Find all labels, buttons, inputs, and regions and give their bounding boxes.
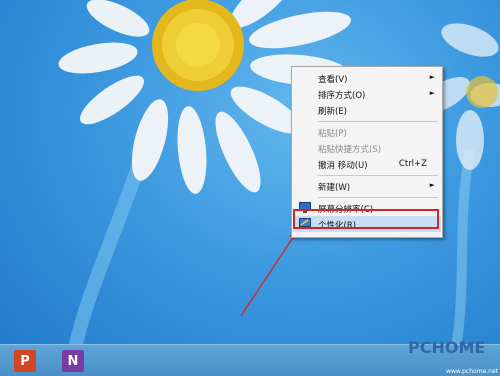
menu-separator (318, 197, 438, 198)
watermark-brand: PCHOME (408, 338, 486, 357)
menu-item-label: 粘贴快捷方式(S) (318, 145, 382, 155)
menu-item-label: 撤消 移动(U) (318, 161, 368, 171)
menu-item-label: 粘贴(P) (318, 129, 347, 139)
menu-item-paste[interactable]: 粘贴(P) (293, 124, 441, 140)
powerpoint-letter: P (20, 353, 30, 369)
highlight-annotation-box (293, 209, 439, 229)
menu-item-label: 排序方式(O) (318, 91, 366, 101)
menu-item-label: 新建(W) (318, 183, 351, 193)
desktop[interactable]: 查看(V) ► 排序方式(O) ► 刷新(E) 粘贴(P) 粘贴快捷方式(S) … (0, 0, 500, 376)
menu-item-refresh[interactable]: 刷新(E) (293, 102, 441, 118)
menu-item-paste-shortcut[interactable]: 粘贴快捷方式(S) (293, 140, 441, 156)
menu-item-label: 刷新(E) (318, 107, 348, 117)
menu-item-shortcut: Ctrl+Z (398, 159, 427, 169)
menu-item-view[interactable]: 查看(V) ► (293, 70, 441, 86)
submenu-arrow-icon: ► (429, 89, 435, 97)
menu-separator (318, 175, 438, 176)
menu-item-undo-move[interactable]: 撤消 移动(U) Ctrl+Z (293, 156, 441, 172)
watermark-url: www.pchome.net (446, 368, 498, 375)
powerpoint-icon[interactable]: P (14, 350, 36, 372)
menu-separator (318, 121, 438, 122)
onenote-icon[interactable]: N (62, 350, 84, 372)
pchome-watermark: PCHOME www.pchome.net (408, 336, 500, 376)
menu-item-sort-by[interactable]: 排序方式(O) ► (293, 86, 441, 102)
menu-item-label: 查看(V) (318, 75, 348, 85)
menu-item-new[interactable]: 新建(W) ► (293, 178, 441, 194)
submenu-arrow-icon: ► (429, 181, 435, 189)
onenote-letter: N (67, 353, 79, 369)
submenu-arrow-icon: ► (429, 73, 435, 81)
